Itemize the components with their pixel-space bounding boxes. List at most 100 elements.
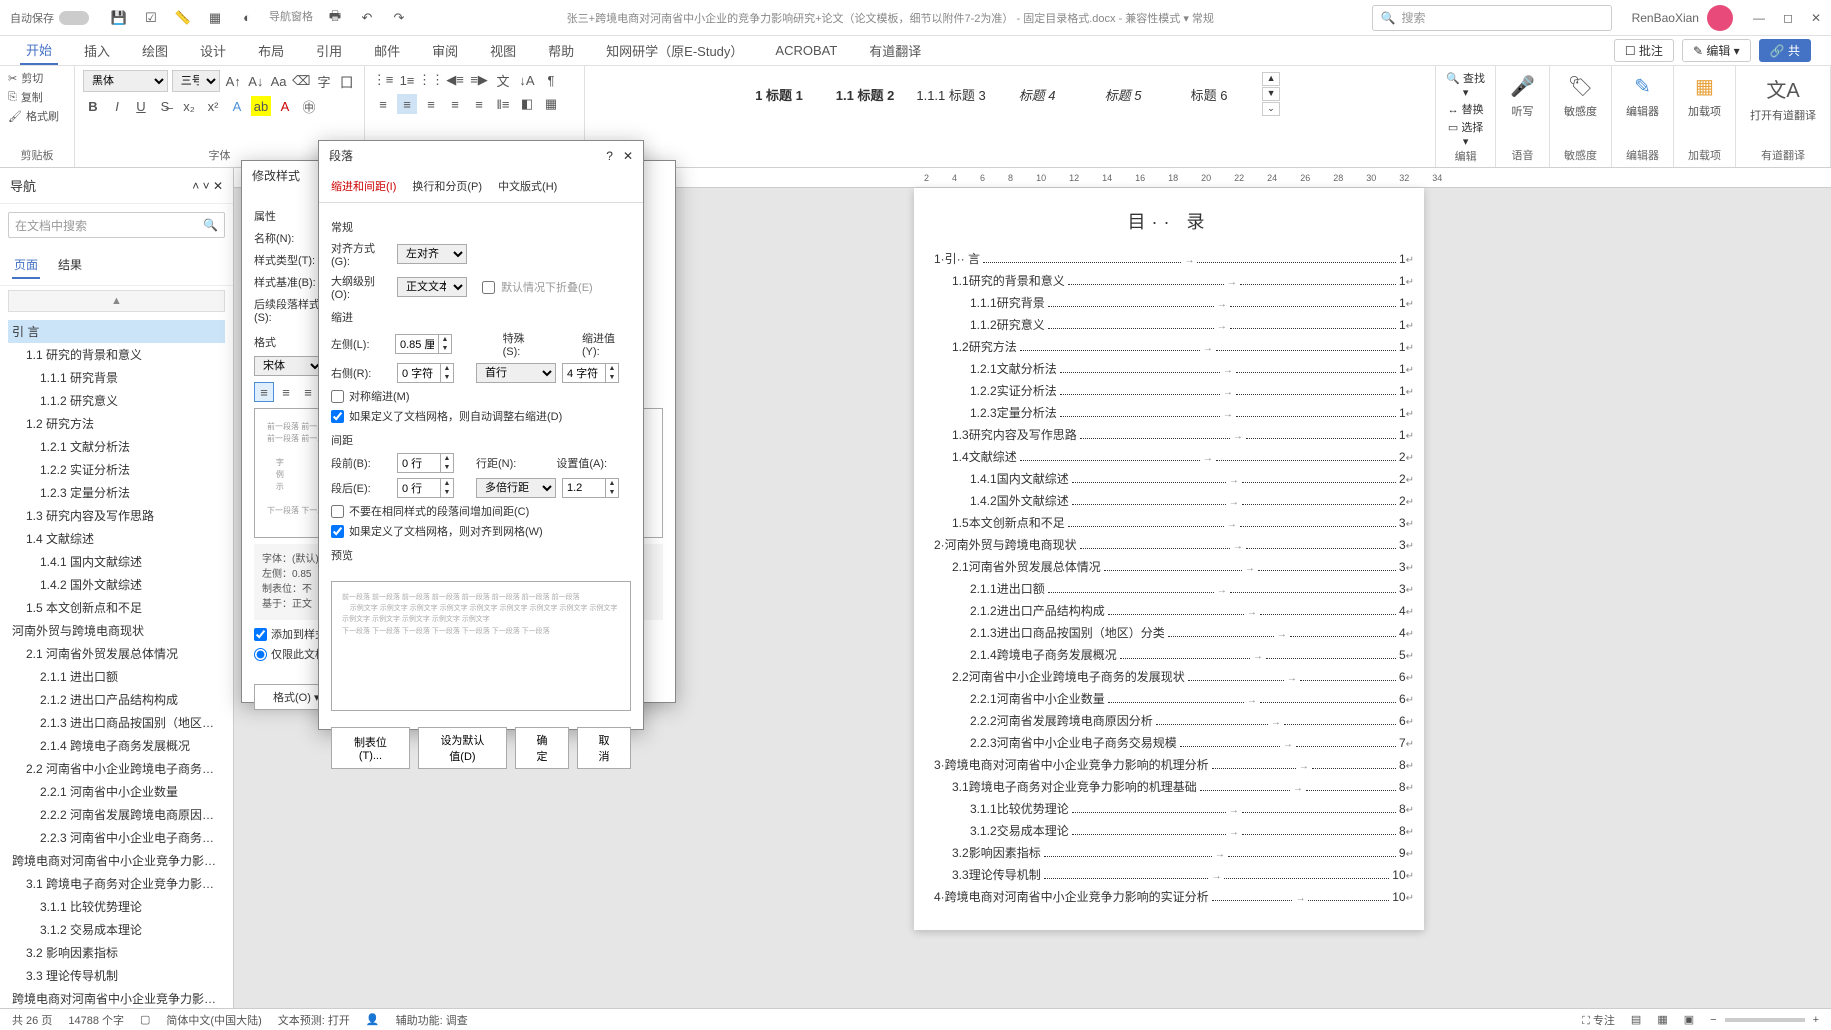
style-more[interactable]: ⌄ <box>1262 102 1280 116</box>
accessibility[interactable]: 辅助功能: 调查 <box>396 1012 468 1028</box>
only-doc-radio[interactable] <box>254 648 267 661</box>
mirror-indent-checkbox[interactable] <box>331 390 344 403</box>
collapse-checkbox[interactable] <box>482 281 495 294</box>
line-spacing-select[interactable]: 多倍行距 <box>476 478 556 498</box>
language[interactable]: 简体中文(中国大陆) <box>166 1012 261 1028</box>
view-web-icon[interactable]: ▣ <box>1684 1013 1694 1026</box>
tab-cnki[interactable]: 知网研学（原E-Study） <box>600 37 749 64</box>
nav-item[interactable]: 2.2.1 河南省中小企业数量 <box>8 780 225 803</box>
enclose-icon[interactable]: ㊥ <box>299 96 319 116</box>
nav-item[interactable]: 2.2.3 河南省中小企业电子商务交易规模 <box>8 826 225 849</box>
nav-item[interactable]: 1.2.3 定量分析法 <box>8 481 225 504</box>
comments-button[interactable]: ☐ 批注 <box>1614 39 1674 62</box>
nav-down-icon[interactable]: ˅ <box>203 179 210 193</box>
fmt-align-left-icon[interactable]: ≡ <box>254 382 274 402</box>
shading-icon[interactable]: ◧ <box>517 94 537 114</box>
style-heading3[interactable]: 1.1.1 标题 3 <box>912 70 990 118</box>
select-button[interactable]: ▭ 选择 ▾ <box>1444 119 1487 148</box>
tab-youdao[interactable]: 有道翻译 <box>863 37 927 64</box>
border-char-icon[interactable]: 囗 <box>337 71 356 91</box>
nav-item[interactable]: 2.2 河南省中小企业跨境电子商务的发展现状 <box>8 757 225 780</box>
align-right-icon[interactable]: ≡ <box>421 94 441 114</box>
nav-item[interactable]: 1.3 研究内容及写作思路 <box>8 504 225 527</box>
nav-item[interactable]: 1.5 本文创新点和不足 <box>8 596 225 619</box>
translate-button[interactable]: 文A打开有道翻译 <box>1744 70 1822 127</box>
nav-item[interactable]: 2.1.4 跨境电子商务发展概况 <box>8 734 225 757</box>
tab-draw[interactable]: 绘图 <box>136 37 174 64</box>
view-print-icon[interactable]: ▦ <box>1657 1013 1667 1026</box>
accessibility-icon[interactable]: 👤 <box>366 1013 380 1026</box>
word-count[interactable]: 14788 个字 <box>68 1012 124 1028</box>
ruler-icon[interactable]: 📏 <box>173 8 193 28</box>
line-spacing-icon[interactable]: ‖≡ <box>493 94 513 114</box>
circle-icon[interactable]: ◐ <box>237 8 257 28</box>
find-button[interactable]: 🔍 查找 ▾ <box>1444 70 1487 99</box>
nav-item[interactable]: 3.1.1 比较优势理论 <box>8 895 225 918</box>
para-tab-indent[interactable]: 缩进和间距(I) <box>331 176 396 196</box>
checkbox-icon[interactable]: ☑ <box>141 8 161 28</box>
style-scroll-up[interactable]: ▲ <box>1262 72 1280 86</box>
increase-font-icon[interactable]: A↑ <box>224 71 243 91</box>
close-icon[interactable]: ✕ <box>1811 11 1821 25</box>
search-box[interactable]: 🔍 搜索 <box>1372 5 1612 31</box>
format-painter-button[interactable]: 🖌 格式刷 <box>8 108 66 124</box>
nav-item[interactable]: 1.1.2 研究意义 <box>8 389 225 412</box>
user-account[interactable]: RenBaoXian <box>1632 5 1733 31</box>
focus-mode[interactable]: ⛶ 专注 <box>1582 1012 1615 1028</box>
replace-button[interactable]: ↔ 替换 <box>1448 101 1484 117</box>
undo-icon[interactable]: ↶ <box>357 8 377 28</box>
font-color-icon[interactable]: A <box>275 96 295 116</box>
ok-button[interactable]: 确定 <box>515 727 569 769</box>
clear-format-icon[interactable]: ⌫ <box>292 71 311 91</box>
nav-item[interactable]: 跨境电商对河南省中小企业竞争力影响的机理分析 <box>8 849 225 872</box>
sort-icon[interactable]: ↓A <box>517 70 537 90</box>
tab-mail[interactable]: 邮件 <box>368 37 406 64</box>
after-input[interactable]: ▲▼ <box>397 478 454 498</box>
show-marks-icon[interactable]: ¶ <box>541 70 561 90</box>
subscript-icon[interactable]: x₂ <box>179 96 199 116</box>
nav-item[interactable]: 1.2 研究方法 <box>8 412 225 435</box>
asian-layout-icon[interactable]: 文 <box>493 70 513 90</box>
tab-acrobat[interactable]: ACROBAT <box>769 39 843 62</box>
no-space-same-checkbox[interactable] <box>331 505 344 518</box>
bullets-icon[interactable]: ⋮≡ <box>373 70 393 90</box>
nav-up-icon[interactable]: ˄ <box>192 179 199 193</box>
copy-button[interactable]: ⎘ 复制 <box>8 89 66 105</box>
style-scroll-down[interactable]: ▼ <box>1262 87 1280 101</box>
maximize-icon[interactable]: ◻ <box>1783 11 1793 25</box>
tab-review[interactable]: 审阅 <box>426 37 464 64</box>
nav-item[interactable]: 跨境电商对河南省中小企业竞争力影响的实证分析 <box>8 987 225 1010</box>
nav-item[interactable]: 2.1.3 进出口商品按国别（地区）分类 <box>8 711 225 734</box>
zoom-slider[interactable] <box>1725 1018 1805 1022</box>
underline-icon[interactable]: U <box>131 96 151 116</box>
cut-button[interactable]: ✂ 剪切 <box>8 70 66 86</box>
fmt-align-right-icon[interactable]: ≡ <box>298 382 318 402</box>
nav-item[interactable]: 1.1.1 研究背景 <box>8 366 225 389</box>
by-input[interactable]: ▲▼ <box>562 363 619 383</box>
style-heading5[interactable]: 标题 5 <box>1084 70 1162 118</box>
highlight-icon[interactable]: ab <box>251 96 271 116</box>
phonetic-icon[interactable]: 字 <box>315 71 334 91</box>
bold-icon[interactable]: B <box>83 96 103 116</box>
nav-item[interactable]: 1.2.2 实证分析法 <box>8 458 225 481</box>
grid-icon[interactable]: ▦ <box>205 8 225 28</box>
auto-save-toggle[interactable]: 自动保存 <box>10 10 89 26</box>
para-tab-break[interactable]: 换行和分页(P) <box>412 176 482 196</box>
snap-grid-checkbox[interactable] <box>331 525 344 538</box>
right-indent-input[interactable]: ▲▼ <box>397 363 454 383</box>
nav-item[interactable]: 1.1 研究的背景和意义 <box>8 343 225 366</box>
multilevel-icon[interactable]: ⋮⋮ <box>421 70 441 90</box>
zoom-out-icon[interactable]: − <box>1710 1014 1716 1026</box>
dictate-button[interactable]: 🎤听写 <box>1504 70 1541 123</box>
nav-item[interactable]: 1.4 文献综述 <box>8 527 225 550</box>
editor-button[interactable]: ✎编辑器 <box>1620 70 1665 123</box>
nav-item[interactable]: 3.2 影响因素指标 <box>8 941 225 964</box>
nav-item[interactable]: 1.4.2 国外文献综述 <box>8 573 225 596</box>
page-count[interactable]: 共 26 页 <box>12 1012 52 1028</box>
tab-help[interactable]: 帮助 <box>542 37 580 64</box>
print-icon[interactable]: 🖶 <box>325 8 345 28</box>
nav-jump-button[interactable]: ▲ <box>8 290 225 312</box>
nav-tree[interactable]: 引 言1.1 研究的背景和意义1.1.1 研究背景1.1.2 研究意义1.2 研… <box>0 316 233 1010</box>
style-heading1[interactable]: 1 标题 1 <box>740 70 818 118</box>
nav-item[interactable]: 1.4.1 国内文献综述 <box>8 550 225 573</box>
